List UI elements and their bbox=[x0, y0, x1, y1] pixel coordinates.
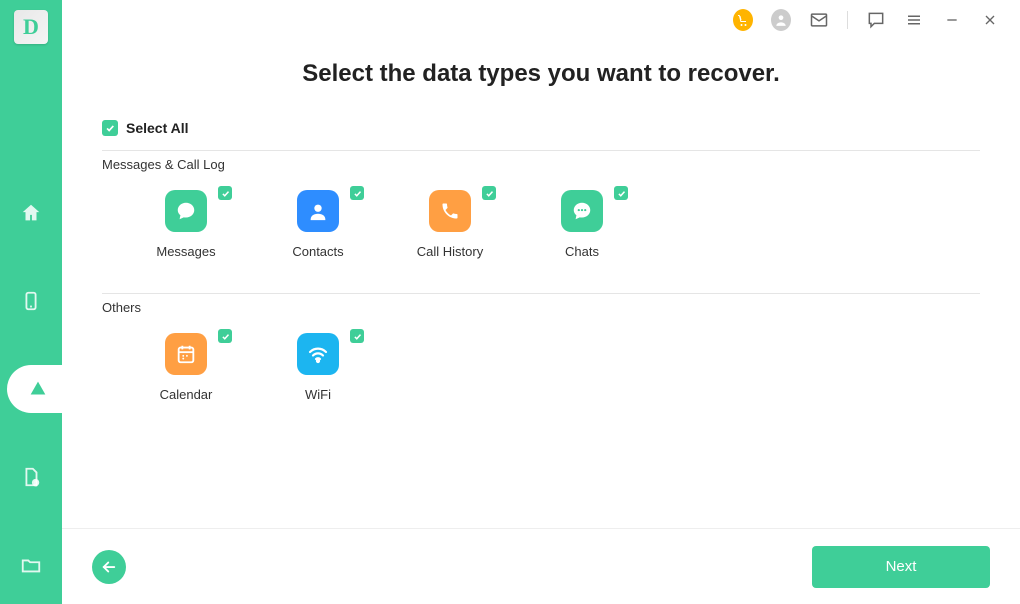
menu-icon bbox=[905, 11, 923, 29]
check-chats[interactable] bbox=[614, 186, 628, 200]
card-label: Contacts bbox=[292, 244, 343, 259]
card-call-history[interactable]: Call History bbox=[410, 190, 490, 259]
close-button[interactable] bbox=[980, 10, 1000, 30]
section-label-others: Others bbox=[102, 300, 980, 315]
app-logo: D bbox=[14, 10, 48, 44]
page-title: Select the data types you want to recove… bbox=[102, 60, 980, 88]
feedback-button[interactable] bbox=[866, 10, 886, 30]
minimize-icon bbox=[944, 12, 960, 28]
card-chats[interactable]: Chats bbox=[542, 190, 622, 259]
arrow-left-icon bbox=[100, 558, 118, 576]
card-calendar[interactable]: Calendar bbox=[146, 333, 226, 402]
grid-others: Calendar WiFi bbox=[102, 333, 980, 402]
contacts-icon bbox=[297, 190, 339, 232]
card-messages[interactable]: Messages bbox=[146, 190, 226, 259]
select-all-label: Select All bbox=[126, 120, 189, 136]
card-wifi[interactable]: WiFi bbox=[278, 333, 358, 402]
titlebar-separator bbox=[847, 11, 848, 29]
mail-button[interactable] bbox=[809, 10, 829, 30]
card-label: Messages bbox=[156, 244, 215, 259]
mail-icon bbox=[809, 10, 829, 30]
sidebar-item-cloud[interactable] bbox=[7, 365, 69, 413]
back-button[interactable] bbox=[92, 550, 126, 584]
sidebar-item-phone[interactable] bbox=[0, 277, 62, 325]
section-label-messages: Messages & Call Log bbox=[102, 157, 980, 172]
card-contacts[interactable]: Contacts bbox=[278, 190, 358, 259]
cart-icon bbox=[733, 9, 753, 31]
titlebar bbox=[62, 0, 1020, 40]
user-icon bbox=[771, 9, 791, 31]
card-label: Call History bbox=[417, 244, 483, 259]
wifi-icon bbox=[297, 333, 339, 375]
next-button[interactable]: Next bbox=[812, 546, 990, 588]
select-all-row[interactable]: Select All bbox=[102, 120, 980, 136]
check-wifi[interactable] bbox=[350, 329, 364, 343]
select-all-checkbox[interactable] bbox=[102, 120, 118, 136]
chat-icon bbox=[866, 10, 886, 30]
doc-alert-icon: ! bbox=[20, 466, 42, 488]
sidebar-item-folder[interactable] bbox=[0, 541, 62, 589]
card-label: Calendar bbox=[160, 387, 213, 402]
grid-messages: Messages Contacts Call History bbox=[102, 190, 980, 259]
sidebar-item-home[interactable] bbox=[0, 189, 62, 237]
check-calendar[interactable] bbox=[218, 329, 232, 343]
minimize-button[interactable] bbox=[942, 10, 962, 30]
messages-icon bbox=[165, 190, 207, 232]
check-messages[interactable] bbox=[218, 186, 232, 200]
content: Select the data types you want to recove… bbox=[62, 40, 1020, 528]
close-icon bbox=[982, 12, 998, 28]
divider bbox=[102, 293, 980, 294]
calendar-icon bbox=[165, 333, 207, 375]
call-history-icon bbox=[429, 190, 471, 232]
sidebar-item-doc-alert[interactable]: ! bbox=[0, 453, 62, 501]
menu-button[interactable] bbox=[904, 10, 924, 30]
check-contacts[interactable] bbox=[350, 186, 364, 200]
sidebar-nav: ! bbox=[0, 189, 62, 589]
chats-icon bbox=[561, 190, 603, 232]
footer: Next bbox=[62, 528, 1020, 604]
main-area: Select the data types you want to recove… bbox=[62, 0, 1020, 604]
cloud-icon bbox=[27, 378, 49, 400]
check-call-history[interactable] bbox=[482, 186, 496, 200]
cart-button[interactable] bbox=[733, 10, 753, 30]
phone-icon bbox=[20, 290, 42, 312]
divider bbox=[102, 150, 980, 151]
sidebar: D ! bbox=[0, 0, 62, 604]
card-label: Chats bbox=[565, 244, 599, 259]
home-icon bbox=[20, 202, 42, 224]
folder-icon bbox=[20, 554, 42, 576]
user-button[interactable] bbox=[771, 10, 791, 30]
card-label: WiFi bbox=[305, 387, 331, 402]
